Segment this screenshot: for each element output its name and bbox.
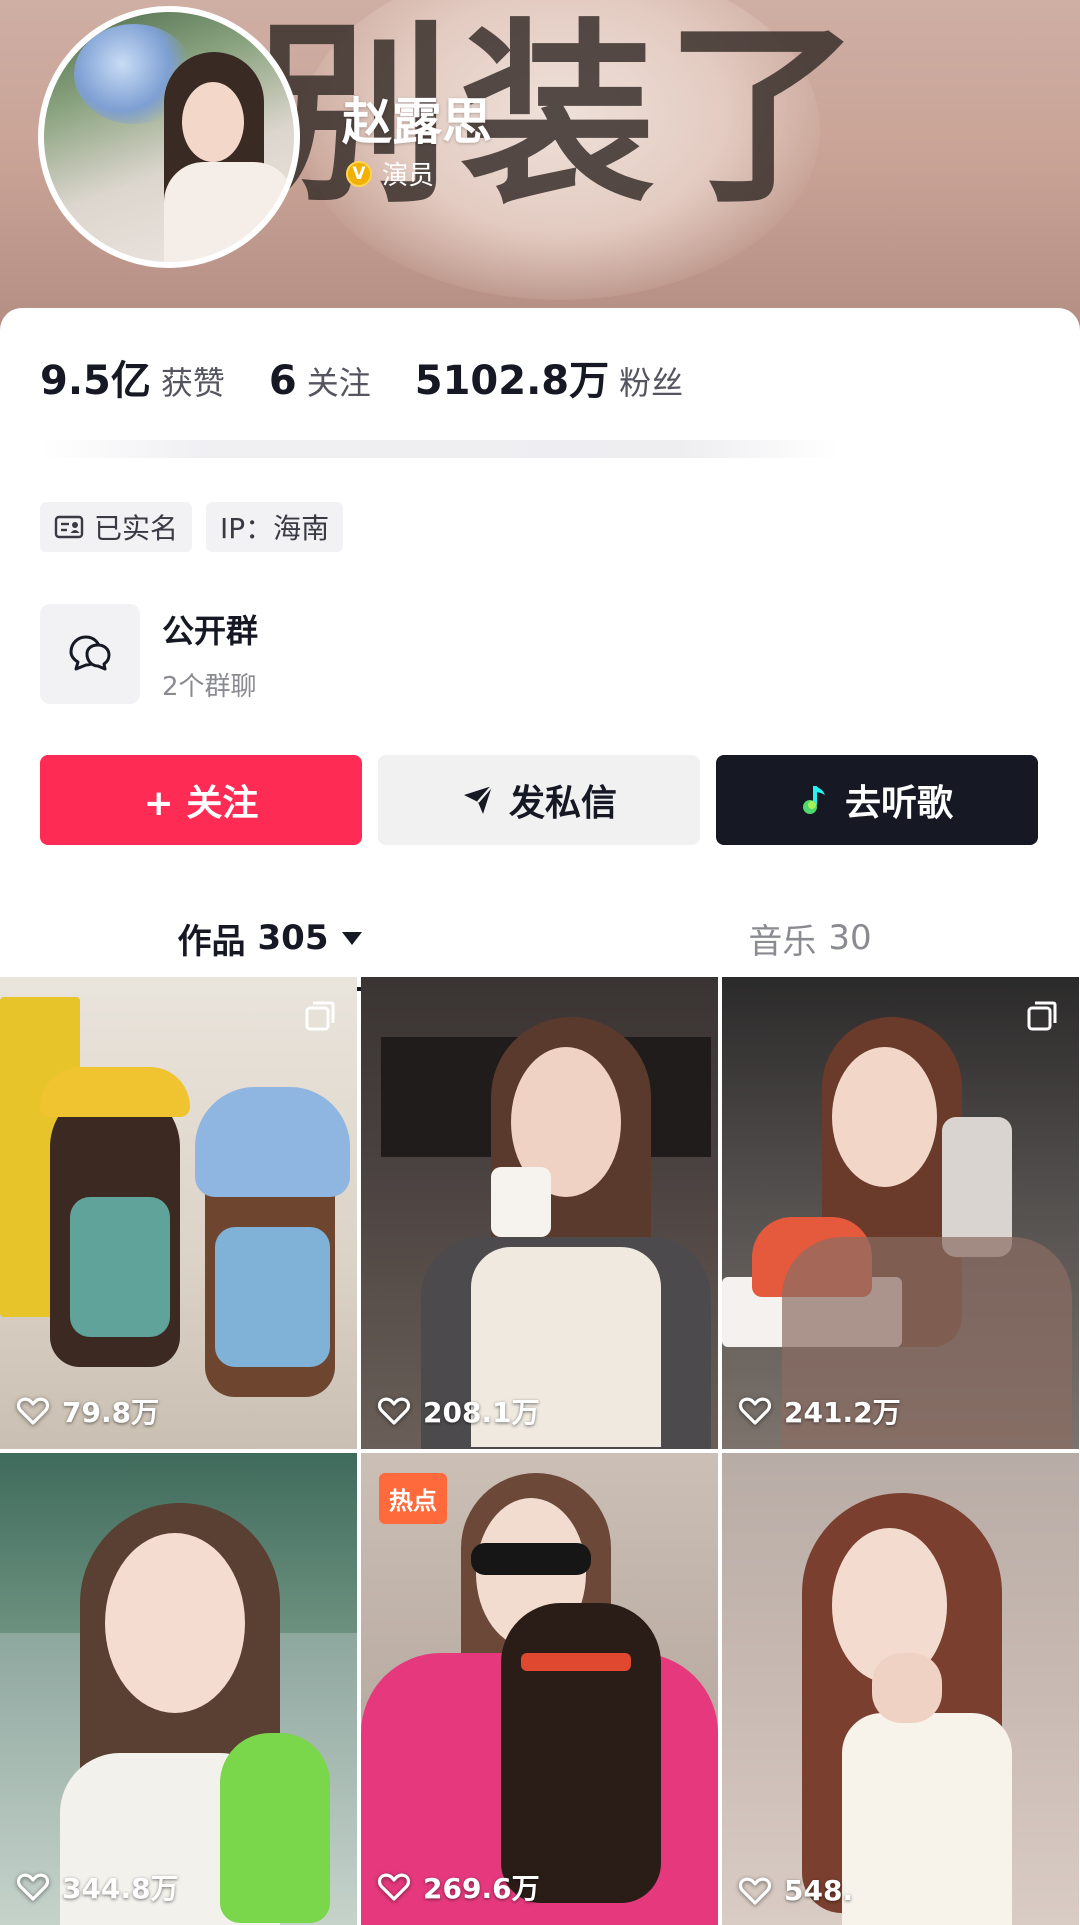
like-count: 269.6万 — [377, 1867, 540, 1907]
tag-row: 已实名 IP：海南 — [40, 502, 344, 552]
chat-bubbles-icon — [69, 635, 111, 671]
video-tile[interactable]: 208.1万 — [361, 977, 718, 1449]
stat-value: 5102.8万 — [414, 358, 610, 404]
heart-icon — [16, 1873, 50, 1901]
send-icon — [463, 785, 493, 814]
follow-label: + 关注 — [143, 783, 259, 824]
tab-count: 30 — [828, 918, 872, 958]
message-button[interactable]: 发私信 — [378, 755, 700, 845]
profile-name: 赵露思 — [342, 93, 492, 151]
tab-works[interactable]: 作品 305 — [0, 893, 540, 983]
verification: V 演员 — [346, 155, 434, 192]
stat-label: 关注 — [306, 364, 371, 402]
group-subtitle: 2个群聊 — [162, 671, 257, 702]
like-count: 79.8万 — [16, 1391, 159, 1431]
group-title: 公开群 — [162, 611, 259, 650]
tag-verified-identity[interactable]: 已实名 — [40, 502, 193, 552]
stat-followers[interactable]: 5102.8万 粉丝 — [415, 348, 683, 406]
video-tile[interactable]: 热点 269.6万 — [361, 1453, 718, 1925]
tab-label: 作品 — [177, 921, 246, 962]
stat-value: 6 — [268, 358, 297, 404]
verify-label: 演员 — [382, 161, 435, 191]
tab-count: 305 — [257, 918, 329, 958]
music-note-icon — [802, 786, 825, 814]
stat-label: 粉丝 — [619, 364, 684, 402]
tag-label: 已实名 — [94, 512, 179, 545]
heart-icon — [738, 1397, 772, 1425]
multi-image-icon — [1027, 1001, 1057, 1031]
multi-image-icon — [305, 1001, 335, 1031]
like-count-text: 269.6万 — [423, 1872, 540, 1905]
like-count-text: 79.8万 — [62, 1396, 160, 1429]
like-count-text: 548. — [784, 1874, 854, 1907]
tab-music[interactable]: 音乐 30 — [540, 893, 1080, 983]
video-tile[interactable]: 241.2万 — [722, 977, 1079, 1449]
action-buttons: + 关注 发私信 去听歌 — [40, 755, 1038, 845]
heart-icon — [738, 1877, 772, 1905]
stat-following[interactable]: 6 关注 — [269, 358, 371, 404]
like-count-text: 241.2万 — [784, 1396, 901, 1429]
bio-blurred — [40, 440, 840, 458]
like-count: 208.1万 — [377, 1391, 540, 1431]
video-tile[interactable]: 548. — [722, 1453, 1079, 1925]
group-icon-box — [40, 604, 140, 704]
verified-badge-icon: V — [346, 160, 372, 187]
heart-icon — [377, 1873, 411, 1901]
heart-icon — [16, 1397, 50, 1425]
stat-label: 获赞 — [160, 364, 225, 402]
tag-ip-location: IP：海南 — [206, 502, 344, 552]
public-group-entry[interactable]: 公开群 2个群聊 — [40, 604, 258, 704]
stats-row: 9.5亿 获赞 6 关注 5102.8万 粉丝 — [40, 348, 727, 406]
tag-label: IP：海南 — [220, 512, 330, 545]
like-count: 344.8万 — [16, 1867, 179, 1907]
follow-button[interactable]: + 关注 — [40, 755, 362, 845]
heart-icon — [377, 1397, 411, 1425]
video-tile[interactable]: 344.8万 — [0, 1453, 357, 1925]
stat-value: 9.5亿 — [40, 358, 151, 404]
like-count-text: 208.1万 — [423, 1396, 540, 1429]
hot-badge: 热点 — [379, 1473, 447, 1524]
listen-music-button[interactable]: 去听歌 — [716, 755, 1038, 845]
message-label: 发私信 — [508, 783, 617, 824]
caret-down-icon[interactable] — [342, 931, 363, 945]
avatar[interactable] — [38, 6, 300, 268]
like-count-text: 344.8万 — [62, 1872, 179, 1905]
like-count: 241.2万 — [738, 1391, 901, 1431]
music-label: 去听歌 — [844, 783, 953, 824]
tab-label: 音乐 — [748, 921, 817, 962]
stat-likes[interactable]: 9.5亿 获赞 — [40, 348, 225, 406]
video-tile[interactable]: 79.8万 — [0, 977, 357, 1449]
like-count: 548. — [738, 1874, 853, 1907]
id-card-icon — [54, 515, 84, 539]
